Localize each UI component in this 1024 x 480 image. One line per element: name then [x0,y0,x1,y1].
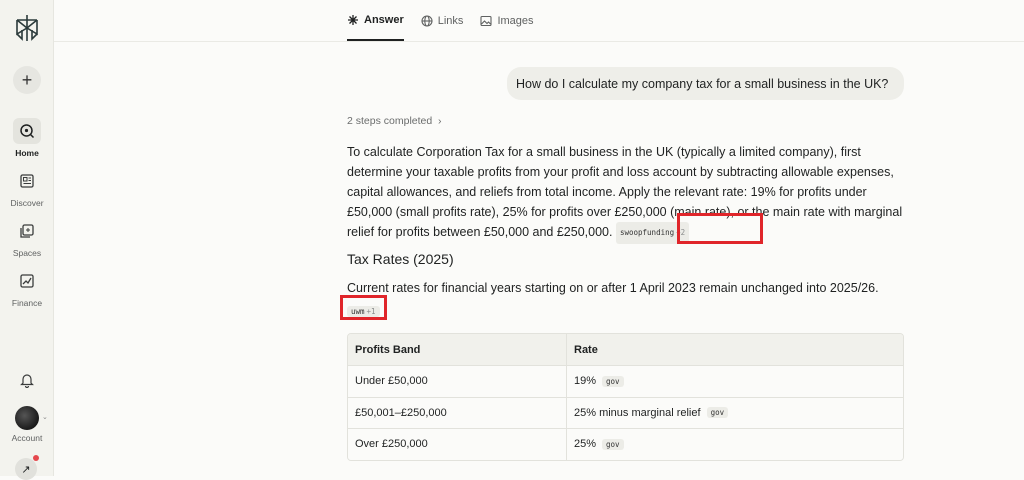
home-search-icon [13,118,41,144]
sidebar: + Home Discover Spaces Finance ⌄ Account… [0,0,54,480]
sidebar-item-label: Finance [11,298,43,308]
highlight-box [677,213,763,244]
answer-tabs: Answer Links Images [347,0,534,41]
rate-value: 25% minus marginal relief [574,406,701,419]
table-cell: £50,001–£250,000 [348,397,567,428]
sidebar-item-finance[interactable]: Finance [0,268,54,308]
answer-paragraph: To calculate Corporation Tax for a small… [347,142,909,244]
chevron-down-icon[interactable]: ⌄ [42,413,48,421]
answer-icon [348,14,358,25]
citation-chip[interactable]: gov [602,375,624,387]
rate-value: 19% [574,375,597,388]
sidebar-item-spaces[interactable]: Spaces [0,218,54,258]
answer-text: Current rates for financial years starti… [347,281,879,295]
tab-label: Answer [364,13,404,26]
spaces-icon [13,218,41,244]
table-cell: 25% gov [567,429,903,460]
account-label: Account [11,433,43,443]
table-cell: Under £50,000 [348,366,567,397]
new-thread-button[interactable]: + [13,66,41,94]
answer-paragraph: Current rates for financial years starti… [347,278,909,298]
image-icon [480,15,492,26]
citation-chip[interactable]: gov [706,407,729,419]
table-row: Under £50,000 19% gov [348,365,903,397]
user-question-bubble: How do I calculate my company tax for a … [507,67,904,100]
table-cell: 19% gov [567,366,903,397]
section-heading: Tax Rates (2025) [347,251,454,267]
table-header: Profits Band [348,334,567,365]
tab-images[interactable]: Images [480,0,534,41]
tax-rates-table: Profits Band Rate Under £50,000 19% gov … [347,333,904,461]
tab-answer[interactable]: Answer [347,0,404,41]
rate-value: 25% [574,438,597,451]
sidebar-item-home[interactable]: Home [0,118,54,158]
table-row: £50,001–£250,000 25% minus marginal reli… [348,396,903,429]
tab-label: Links [437,14,464,27]
steps-label: 2 steps completed [347,115,433,127]
citation-source: swoopfunding [619,228,675,237]
notification-dot [33,455,39,461]
globe-icon [421,14,433,27]
sidebar-item-discover[interactable]: Discover [0,168,54,208]
table-header-row: Profits Band Rate [348,334,903,365]
steps-completed-toggle[interactable]: 2 steps completed › [347,115,442,127]
tab-links[interactable]: Links [421,0,464,41]
avatar[interactable] [15,406,39,430]
table-row: Over £250,000 25% gov [348,428,903,460]
highlight-box [340,295,387,320]
finance-icon [13,268,41,294]
sidebar-item-label: Discover [10,198,44,208]
tabs-divider [54,41,1024,42]
citation-chip[interactable]: gov [602,438,624,450]
arrow-up-right-icon[interactable]: ↗ [15,458,37,480]
app-logo-icon[interactable] [14,14,40,42]
tab-label: Images [497,14,534,27]
discover-icon [13,168,41,194]
table-cell: 25% minus marginal relief gov [567,398,903,429]
chevron-right-icon: › [435,115,442,127]
notifications-bell-icon[interactable] [20,372,34,388]
sidebar-item-label: Home [15,148,39,158]
table-header: Rate [574,343,598,356]
sidebar-item-label: Spaces [12,248,42,258]
table-cell: Over £250,000 [348,429,567,460]
